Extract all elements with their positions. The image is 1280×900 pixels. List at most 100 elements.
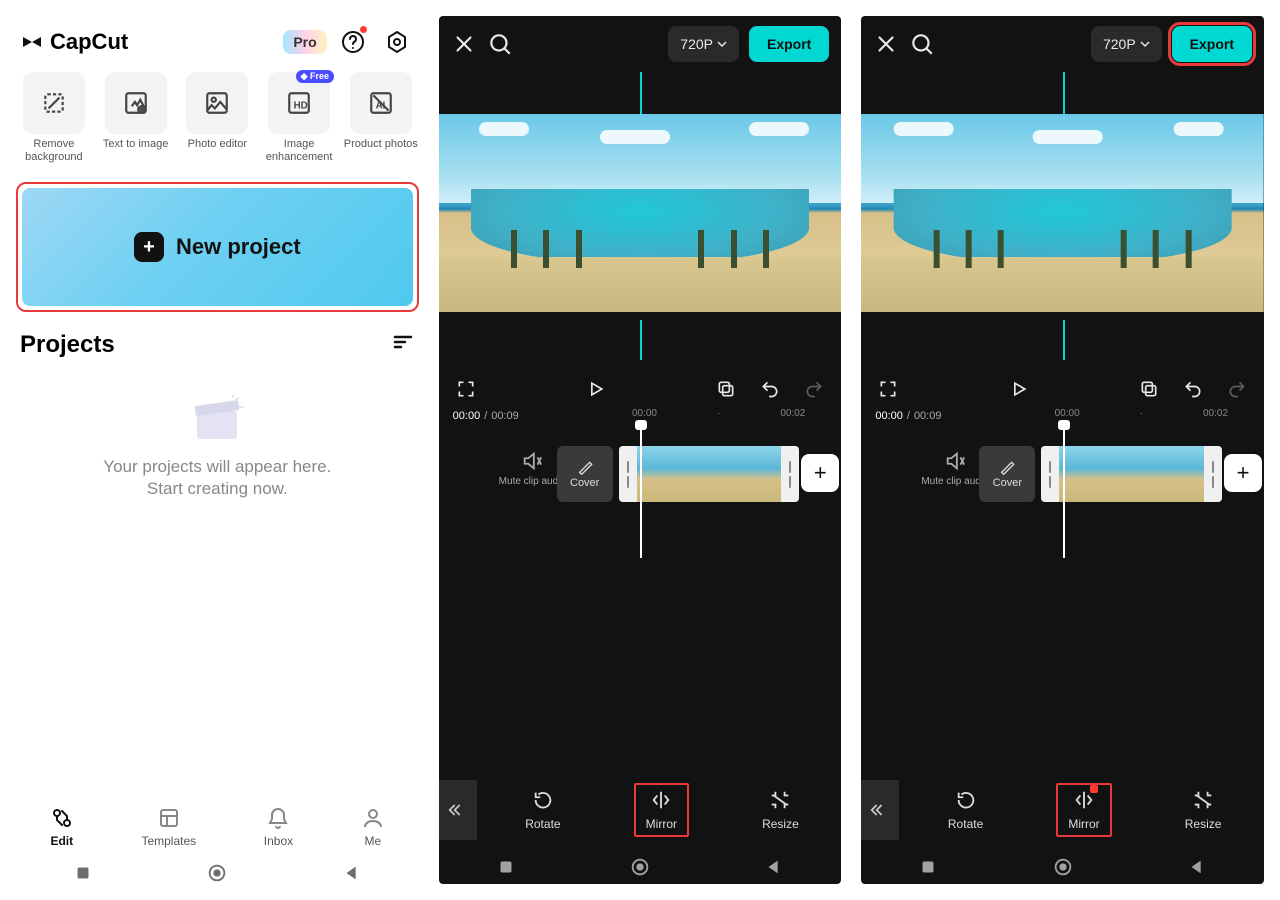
new-project-label: New project [176, 234, 301, 260]
tab-label: Me [364, 834, 381, 848]
tab-inbox[interactable]: Inbox [264, 806, 293, 848]
sort-icon[interactable] [391, 330, 415, 359]
redo-icon[interactable] [801, 376, 827, 402]
time-current: 00:00 [875, 410, 903, 422]
app-logo: CapCut [20, 29, 128, 55]
nav-back-icon[interactable] [763, 856, 785, 878]
app-name: CapCut [50, 29, 128, 55]
tool-resize[interactable]: Resize [1173, 783, 1234, 837]
add-clip-button[interactable]: + [801, 454, 839, 492]
export-button[interactable]: Export [749, 26, 829, 62]
nav-home-icon[interactable] [206, 862, 228, 884]
nav-recent-icon[interactable] [917, 856, 939, 878]
tool-photo-editor[interactable]: Photo editor [179, 72, 255, 164]
fullscreen-icon[interactable] [453, 376, 479, 402]
tool-rotate[interactable]: Rotate [936, 783, 995, 837]
pro-badge[interactable]: Pro [283, 30, 326, 54]
tool-label: Photo editor [188, 138, 247, 151]
timeline-playhead-icon[interactable] [1063, 426, 1065, 558]
nav-recent-icon[interactable] [72, 862, 94, 884]
badge-dot-icon [1090, 785, 1098, 793]
close-icon[interactable] [873, 31, 899, 57]
tab-me[interactable]: Me [361, 806, 385, 848]
system-navbar [861, 848, 1264, 884]
video-clip[interactable] [619, 446, 800, 502]
mid-ruler [861, 312, 1264, 372]
cover-button[interactable]: Cover [557, 446, 613, 502]
projects-empty-state: Your projects will appear here. Start cr… [16, 367, 419, 798]
mid-ruler [439, 312, 842, 372]
tool-mirror[interactable]: Mirror [634, 783, 689, 837]
projects-title: Projects [20, 331, 115, 359]
nav-home-icon[interactable] [1052, 856, 1074, 878]
cover-label: Cover [570, 477, 599, 489]
resolution-dropdown[interactable]: 720P [668, 26, 739, 62]
help-icon[interactable] [335, 24, 371, 60]
timeline-track[interactable]: Mute clip audio Cover + [439, 426, 842, 546]
tab-label: Edit [50, 834, 73, 848]
cover-button[interactable]: Cover [979, 446, 1035, 502]
top-ruler [861, 72, 1264, 114]
add-clip-button[interactable]: + [1224, 454, 1262, 492]
tool-rotate[interactable]: Rotate [513, 783, 572, 837]
settings-icon[interactable] [379, 24, 415, 60]
tool-remove-background[interactable]: Remove background [16, 72, 92, 164]
copy-icon[interactable] [1136, 376, 1162, 402]
tab-label: Inbox [264, 834, 293, 848]
fullscreen-icon[interactable] [875, 376, 901, 402]
time-total: 00:09 [491, 410, 519, 422]
playhead-indicator-icon [640, 320, 642, 360]
nav-home-icon[interactable] [629, 856, 651, 878]
playhead-indicator-icon [640, 72, 642, 114]
resolution-dropdown[interactable]: 720P [1091, 26, 1162, 62]
home-topbar: CapCut Pro [16, 16, 419, 72]
empty-text-2: Start creating now. [147, 479, 288, 499]
export-button[interactable]: Export [1172, 26, 1252, 62]
play-icon[interactable] [583, 376, 609, 402]
copy-icon[interactable] [713, 376, 739, 402]
undo-icon[interactable] [1180, 376, 1206, 402]
tool-mirror[interactable]: Mirror [1056, 783, 1111, 837]
search-icon[interactable] [487, 31, 513, 57]
video-clip[interactable] [1041, 446, 1222, 502]
edit-toolbar: Rotate Mirror Resize [439, 772, 842, 848]
time-sep: / [907, 410, 910, 422]
system-navbar [16, 852, 419, 884]
free-tag: ◆ Free [296, 70, 334, 83]
tab-edit[interactable]: Edit [50, 806, 74, 848]
tool-label: Remove background [16, 138, 92, 164]
top-ruler [439, 72, 842, 114]
nav-recent-icon[interactable] [495, 856, 517, 878]
tool-resize[interactable]: Resize [750, 783, 811, 837]
video-preview-mirrored[interactable] [861, 114, 1264, 312]
editor-screen-2: 720P Export 00:00 / 00:09 00:00·00:02· M… [861, 16, 1264, 884]
playhead-indicator-icon [1063, 72, 1065, 114]
playback-controls [861, 372, 1264, 408]
tool-product-photos[interactable]: AI Product photos [343, 72, 419, 164]
timeline-track[interactable]: Mute clip audio Cover + [861, 426, 1264, 546]
system-navbar [439, 848, 842, 884]
time-current: 00:00 [453, 410, 481, 422]
empty-text-1: Your projects will appear here. [103, 457, 331, 477]
tool-text-to-image[interactable]: Text to image [98, 72, 174, 164]
play-icon[interactable] [1006, 376, 1032, 402]
toolbar-back-icon[interactable] [439, 780, 477, 840]
editor-topbar: 720P Export [861, 16, 1264, 72]
quick-tools-row: Remove background Text to image Photo ed… [16, 72, 419, 178]
resolution-label: 720P [680, 36, 713, 52]
video-preview[interactable] [439, 114, 842, 312]
search-icon[interactable] [909, 31, 935, 57]
nav-back-icon[interactable] [341, 862, 363, 884]
new-project-button[interactable]: + New project [22, 188, 413, 306]
film-clapper-icon [187, 395, 247, 443]
tab-templates[interactable]: Templates [141, 806, 196, 848]
tool-image-enhancement[interactable]: ◆ FreeHD Image enhancement [261, 72, 337, 164]
redo-icon[interactable] [1224, 376, 1250, 402]
mute-clip-button[interactable]: Mute clip audio [499, 450, 566, 487]
timeline-playhead-icon[interactable] [640, 426, 642, 558]
editor-topbar: 720P Export [439, 16, 842, 72]
close-icon[interactable] [451, 31, 477, 57]
toolbar-back-icon[interactable] [861, 780, 899, 840]
undo-icon[interactable] [757, 376, 783, 402]
nav-back-icon[interactable] [1186, 856, 1208, 878]
